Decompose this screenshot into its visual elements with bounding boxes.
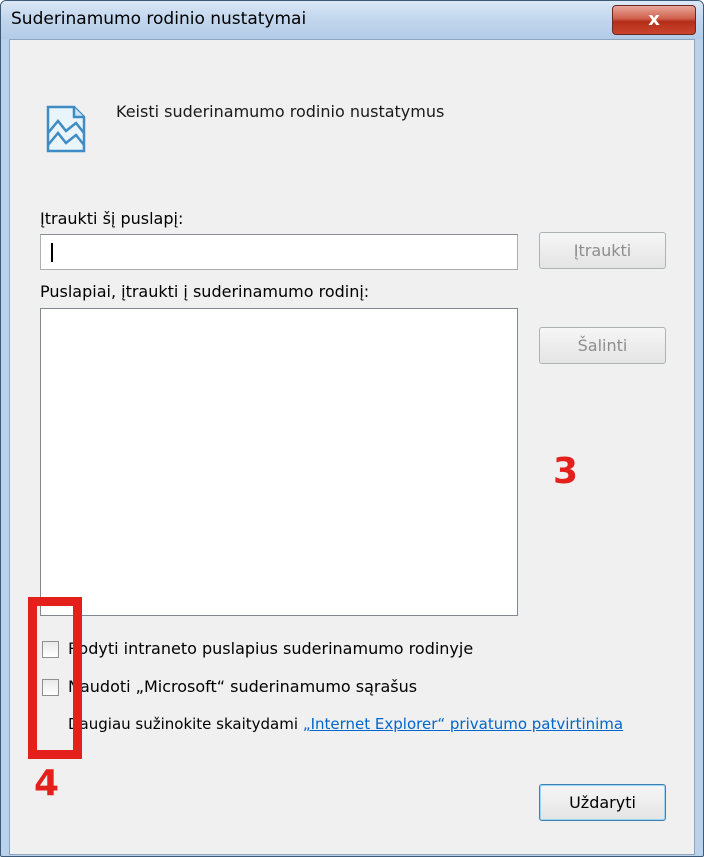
privacy-text: Daugiau sužinokite skaitydami „Internet …	[68, 715, 623, 733]
close-button[interactable]: Uždaryti	[539, 784, 666, 821]
header-text: Keisti suderinamumo rodinio nustatymus	[116, 102, 445, 121]
microsoft-lists-checkbox-label[interactable]: Naudoti „Microsoft“ suderinamumo sąrašus	[68, 677, 417, 696]
close-icon: x	[648, 9, 660, 30]
privacy-prefix: Daugiau sužinokite skaitydami	[68, 715, 303, 733]
annotation-highlight-box	[28, 597, 82, 759]
close-window-button[interactable]: x	[612, 5, 696, 35]
add-site-label: Įtraukti šį puslapį:	[40, 209, 184, 228]
close-button-label: Uždaryti	[569, 793, 636, 812]
site-input[interactable]	[40, 234, 518, 270]
annotation-number-4: 4	[34, 763, 60, 804]
privacy-link[interactable]: „Internet Explorer“ privatumo patvirtini…	[303, 715, 623, 733]
annotation-number-3: 3	[553, 451, 579, 492]
sites-listbox[interactable]	[40, 308, 518, 616]
title-bar[interactable]: Suderinamumo rodinio nustatymai x	[1, 1, 703, 39]
compatibility-view-icon	[46, 105, 86, 153]
text-caret	[51, 243, 53, 262]
remove-button-label: Šalinti	[577, 336, 628, 355]
add-button[interactable]: Įtraukti	[539, 232, 666, 269]
remove-button[interactable]: Šalinti	[539, 327, 666, 364]
sites-list-label: Puslapiai, įtraukti į suderinamumo rodin…	[40, 282, 370, 301]
intranet-checkbox-label[interactable]: Rodyti intraneto puslapius suderinamumo …	[68, 639, 473, 658]
window-title: Suderinamumo rodinio nustatymai	[11, 9, 307, 29]
add-button-label: Įtraukti	[573, 241, 632, 260]
